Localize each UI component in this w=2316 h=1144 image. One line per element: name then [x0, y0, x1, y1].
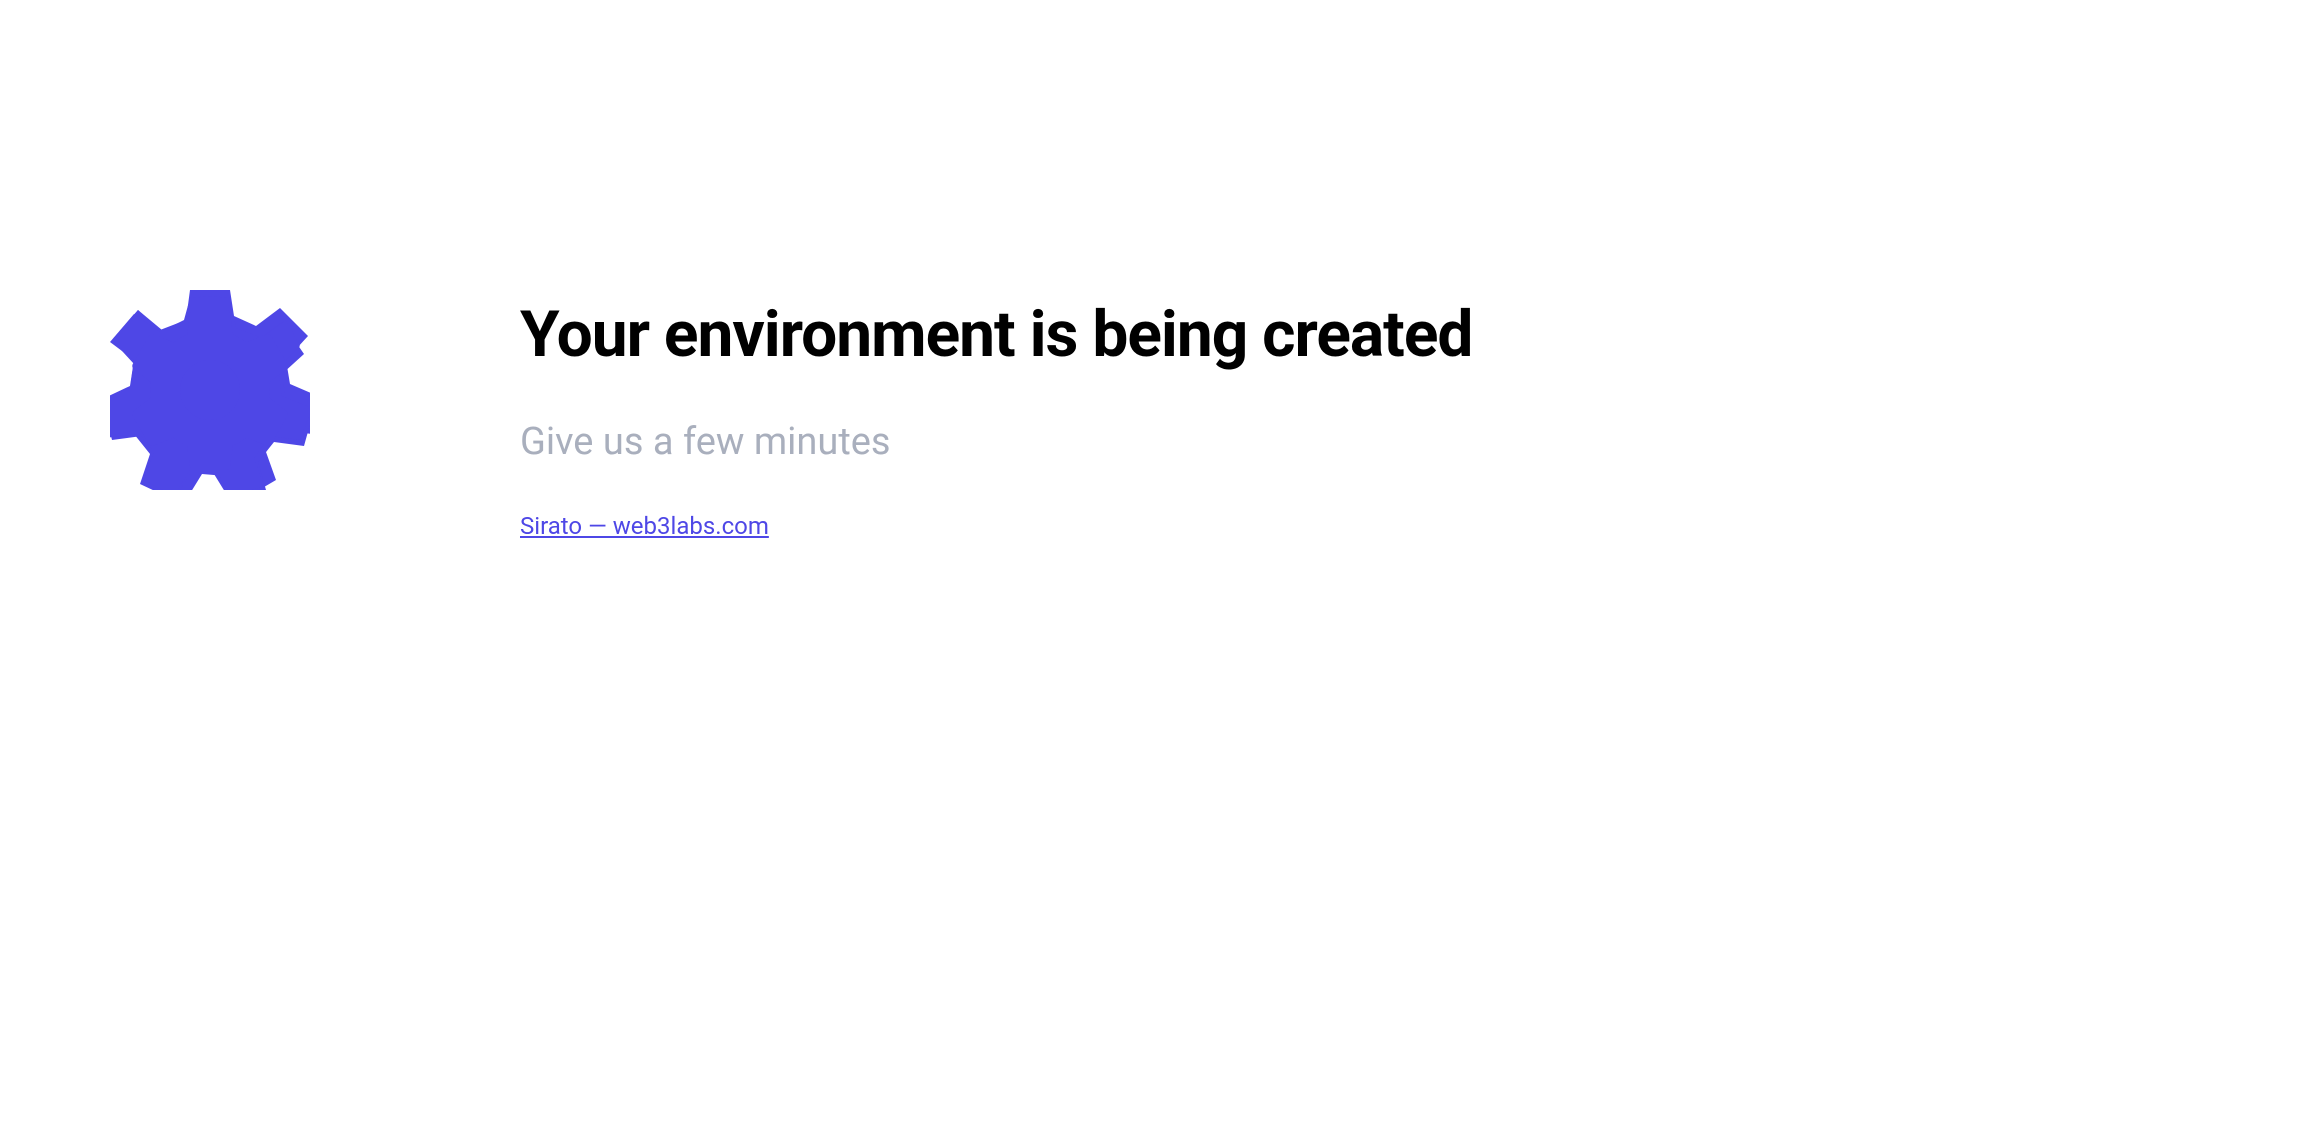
- loading-container: Your environment is being created Give u…: [110, 290, 1472, 540]
- page-title: Your environment is being created: [520, 300, 1472, 370]
- content-area: Your environment is being created Give u…: [520, 290, 1472, 540]
- gear-icon: [110, 290, 310, 490]
- subtitle-text: Give us a few minutes: [520, 420, 1472, 464]
- sirato-link[interactable]: Sirato — web3labs.com: [520, 512, 769, 540]
